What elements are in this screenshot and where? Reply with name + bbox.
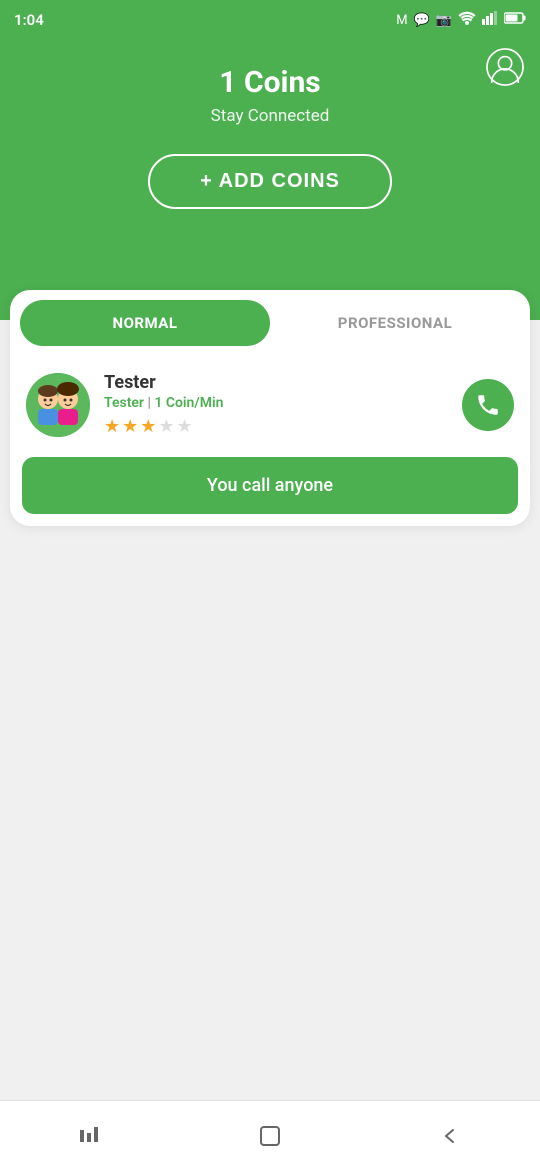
status-bar: 1:04 M 💬 📷 [0, 0, 540, 40]
add-coins-button[interactable]: + ADD COINS [148, 154, 392, 209]
status-icons: M 💬 📷 [396, 11, 526, 29]
tab-bar: NORMAL PROFESSIONAL [10, 290, 530, 356]
user-detail: Tester | 1 Coin/Min [104, 395, 448, 411]
tab-normal[interactable]: NORMAL [20, 300, 270, 346]
coins-subtitle: Stay Connected [211, 106, 330, 126]
message-icon: 💬 [414, 13, 430, 28]
header: 1 Coins Stay Connected + ADD COINS [0, 0, 540, 320]
nav-recents-button[interactable] [65, 1111, 115, 1161]
call-button[interactable] [462, 379, 514, 431]
battery-icon [504, 12, 526, 28]
user-role: Tester [104, 395, 144, 411]
profile-icon[interactable] [486, 48, 524, 86]
avatar [26, 373, 90, 437]
wifi-icon [458, 11, 476, 29]
user-rate: 1 Coin/Min [154, 395, 223, 411]
coins-title: 1 Coins [219, 65, 320, 100]
signal-icon [482, 11, 498, 29]
main-card: NORMAL PROFESSIONAL [10, 290, 530, 526]
user-name: Tester [104, 372, 448, 393]
user-info: Tester Tester | 1 Coin/Min ★★★★★ [104, 372, 448, 437]
status-time: 1:04 [14, 11, 44, 29]
star-rating: ★★★★★ [104, 416, 448, 437]
instagram-icon: 📷 [436, 13, 452, 28]
user-list-item: Tester Tester | 1 Coin/Min ★★★★★ [10, 356, 530, 453]
nav-back-button[interactable] [425, 1111, 475, 1161]
content-area [0, 650, 540, 1100]
nav-home-button[interactable] [245, 1111, 295, 1161]
tab-professional[interactable]: PROFESSIONAL [270, 300, 520, 346]
bottom-nav [0, 1100, 540, 1170]
gmail-icon: M [396, 13, 407, 28]
call-anyone-banner[interactable]: You call anyone [22, 457, 518, 514]
